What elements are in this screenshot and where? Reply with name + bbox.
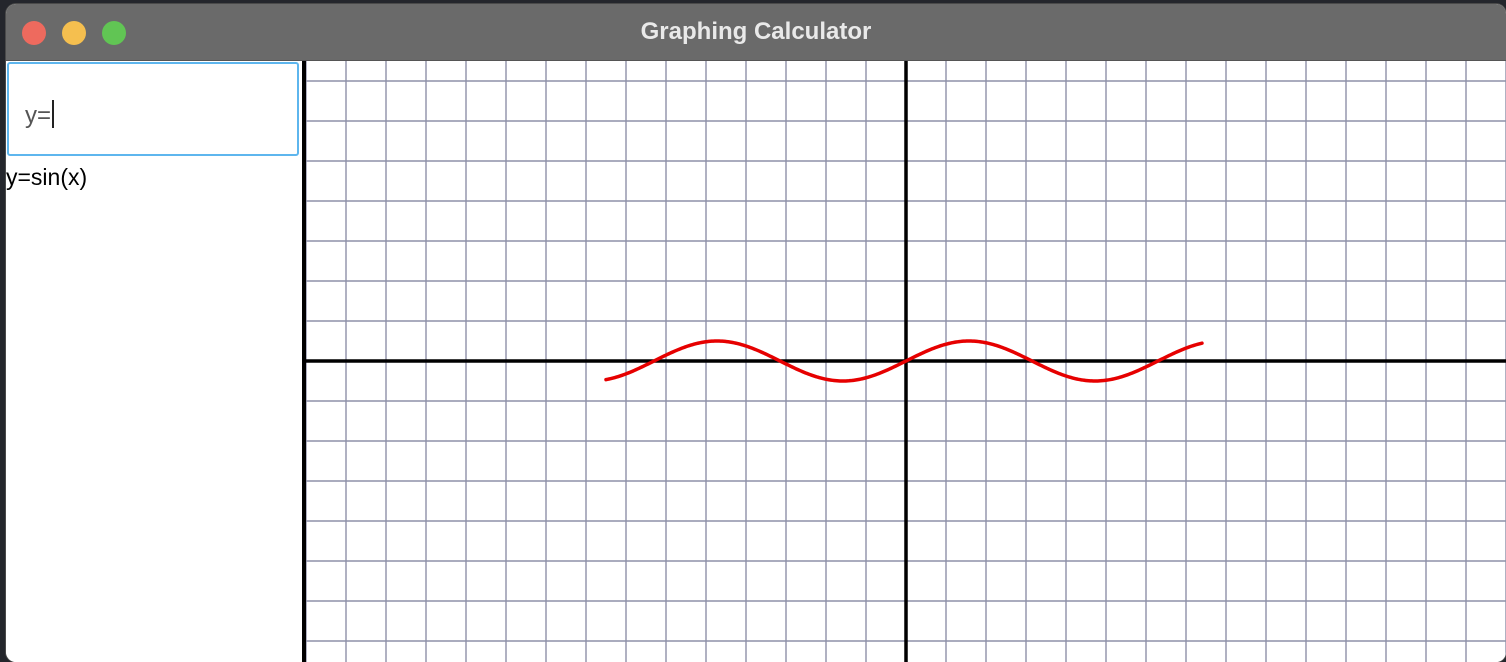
equation-input[interactable]: y=	[7, 62, 299, 156]
graph-canvas[interactable]	[305, 61, 1506, 662]
equation-sidebar: y= y=sin(x)	[6, 61, 302, 662]
text-caret	[52, 100, 55, 128]
input-prompt-text: y=	[25, 102, 52, 129]
app-window: Graphing Calculator y= y=sin(x)	[6, 4, 1506, 662]
input-prompt: y=	[25, 100, 55, 130]
graph-area[interactable]	[305, 61, 1506, 662]
equation-list-item[interactable]: y=sin(x)	[6, 164, 87, 191]
title-bar: Graphing Calculator	[6, 4, 1506, 61]
window-title: Graphing Calculator	[640, 18, 872, 45]
